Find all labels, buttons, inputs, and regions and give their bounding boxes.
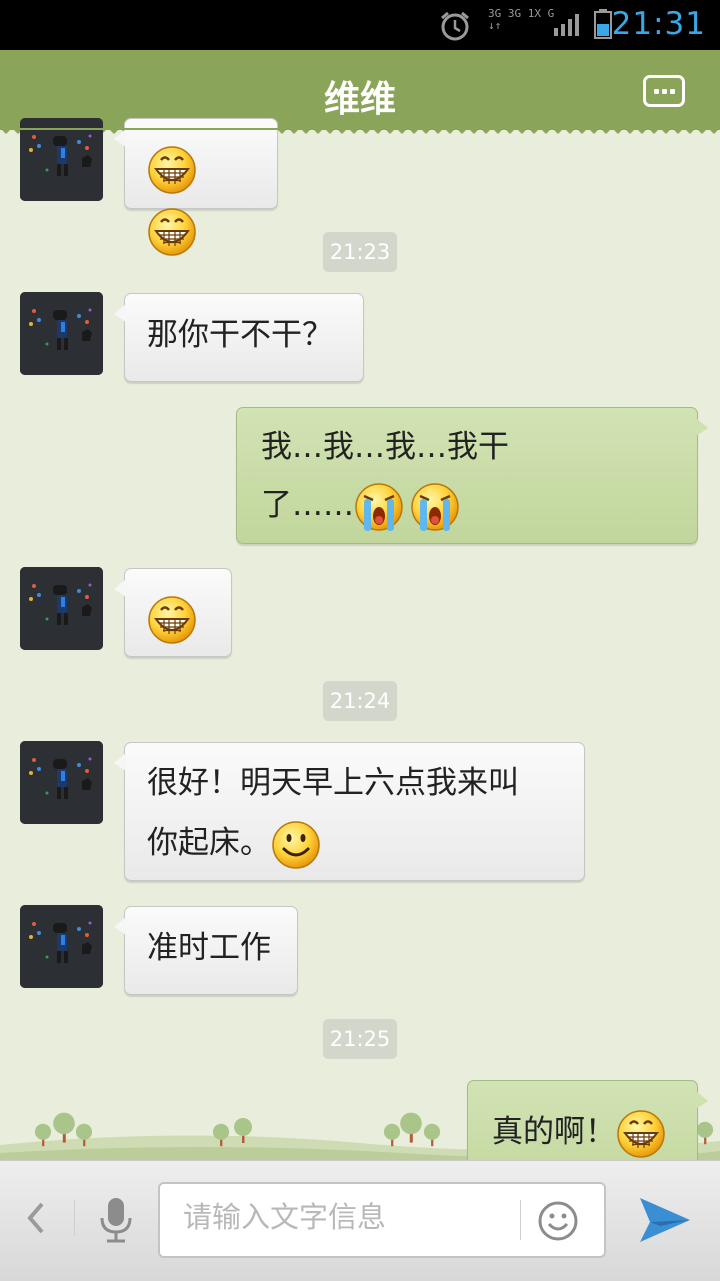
crying-emoji-icon: [410, 482, 460, 532]
more-options-icon[interactable]: [643, 75, 685, 107]
contact-avatar[interactable]: [20, 292, 103, 375]
message-text: 了……: [261, 487, 354, 523]
divider: [74, 1200, 75, 1236]
timestamp: 21:25: [323, 1019, 397, 1059]
send-arrow-icon[interactable]: [638, 1194, 692, 1244]
incoming-message[interactable]: [114, 118, 278, 209]
microphone-icon[interactable]: [96, 1196, 136, 1244]
grin-emoji-icon: [147, 145, 197, 195]
smiley-icon[interactable]: [537, 1200, 579, 1242]
message-text: 真的啊！: [492, 1114, 616, 1150]
contact-avatar[interactable]: [20, 118, 103, 201]
grin-emoji-icon: [147, 207, 197, 257]
status-bar: 3G 3G 1X G ↓↑ 21:31: [0, 0, 720, 50]
crying-emoji-icon: [354, 482, 404, 532]
header-edge: [0, 126, 720, 134]
divider: [520, 1200, 521, 1240]
incoming-message[interactable]: [114, 568, 232, 657]
incoming-message[interactable]: 准时工作: [114, 906, 298, 995]
alarm-icon: [441, 11, 469, 41]
contact-avatar[interactable]: [20, 905, 103, 988]
message-text: 那你干不干？: [147, 317, 333, 353]
contact-avatar[interactable]: [20, 567, 103, 650]
timestamp: 21:24: [323, 681, 397, 721]
chevron-left-icon[interactable]: [24, 1200, 48, 1236]
message-text: 很好！明天早上六点我来叫: [147, 765, 519, 801]
incoming-message[interactable]: 那你干不干？: [114, 293, 364, 382]
status-time: 21:31: [611, 6, 706, 42]
incoming-message[interactable]: 很好！明天早上六点我来叫 你起床。: [114, 742, 585, 881]
message-input[interactable]: [183, 1200, 503, 1234]
outgoing-message[interactable]: 我…我…我…我干 了……: [236, 407, 708, 544]
battery-icon: [594, 9, 612, 39]
message-text: 我…我…我…我干: [261, 429, 509, 465]
timestamp: 21:23: [323, 232, 397, 272]
grin-emoji-icon: [147, 595, 197, 645]
grin-emoji-icon: [616, 1109, 666, 1159]
contact-avatar[interactable]: [20, 741, 103, 824]
network-indicator: 3G 3G 1X G ↓↑: [488, 7, 555, 32]
message-text: 准时工作: [147, 930, 271, 966]
smile-emoji-icon: [271, 820, 321, 870]
chat-title: 维维: [323, 79, 396, 120]
message-text: 你起床。: [147, 825, 271, 861]
signal-icon: [554, 14, 579, 36]
